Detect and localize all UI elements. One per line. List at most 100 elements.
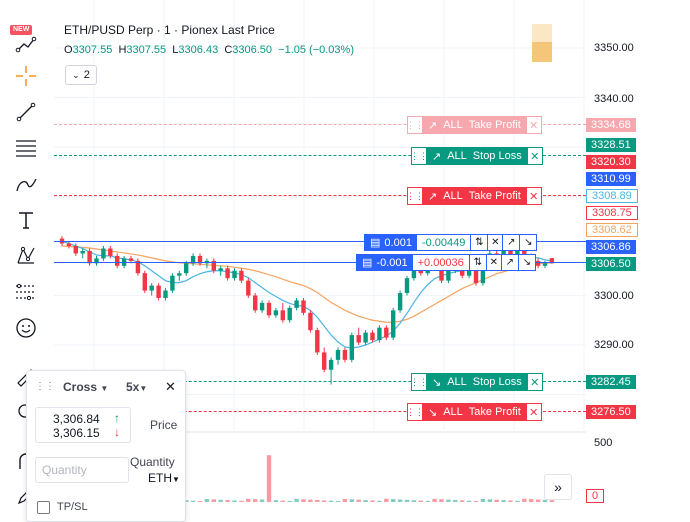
take-profit-label-upper[interactable]: ⋮⋮ ↗ ALL Take Profit ✕ (406, 116, 542, 134)
volume-bar (466, 500, 472, 502)
volume-bar (494, 499, 499, 502)
volume-bar (225, 500, 230, 502)
order-panel-header: ⋮⋮ Cross ▼ 5x▼ ✕ (27, 379, 185, 397)
volume-bar (425, 500, 430, 502)
trend-tool-icon[interactable] (12, 30, 40, 58)
candle-body (184, 263, 189, 274)
price-label: Price (150, 418, 178, 432)
volume-bar (273, 500, 279, 502)
close-icon[interactable]: ✕ (527, 374, 542, 390)
candle-body (391, 310, 396, 338)
volume-bar (501, 500, 506, 502)
drag-handle-icon[interactable]: ⋮⋮ (406, 404, 424, 420)
leverage-select[interactable]: 5x▼ (126, 380, 147, 394)
candle-body (80, 250, 85, 254)
volume-axis-tick: 500 (594, 437, 613, 449)
stop-loss-label-upper[interactable]: ⋮⋮ ↗ ALL Stop Loss ✕ (410, 147, 543, 165)
text-icon[interactable] (12, 206, 40, 234)
position-label-long[interactable]: ▤ 0.001 -0.00449 ⇅ ✕ ↗ ↘ (364, 234, 538, 251)
close-icon[interactable]: ✕ (527, 148, 542, 164)
drag-handle-icon[interactable]: ⋮⋮ (406, 117, 424, 133)
bar-placeholder (532, 42, 552, 62)
close-icon[interactable]: ✕ (526, 188, 541, 204)
emoji-icon[interactable] (12, 314, 40, 342)
candle-body (101, 248, 106, 259)
high-value: 3307.55 (126, 44, 167, 56)
candle-body (128, 258, 134, 261)
close-icon[interactable]: ✕ (526, 117, 541, 133)
candle-body (349, 335, 354, 360)
volume-bar (328, 500, 334, 502)
quantity-unit-select[interactable]: ETH▼ (148, 471, 180, 485)
price-tag-position: 3306.86 (586, 240, 636, 254)
volume-bar (287, 500, 292, 502)
price-tag-red: 3320.30 (586, 155, 636, 169)
indicators-collapse-button[interactable]: ⌄ 2 (65, 65, 97, 85)
price-box[interactable]: 3,306.84 3,306.15 ↑ ↓ (35, 407, 131, 443)
quantity-input[interactable]: Quantity (35, 457, 129, 483)
candle-body (266, 302, 272, 316)
volume-bar (335, 501, 341, 502)
volume-bar (363, 500, 368, 502)
ask-price: 3,306.84 (53, 412, 100, 426)
drag-handle-icon[interactable]: ⋮⋮ (410, 148, 428, 164)
reverse-icon[interactable]: ⇅ (470, 235, 488, 250)
candle-body (170, 275, 175, 291)
expand-panel-button[interactable]: » (544, 474, 572, 500)
margin-mode-select[interactable]: Cross ▼ (63, 380, 108, 394)
stop-loss-label-lower[interactable]: ⋮⋮ ↘ ALL Stop Loss ✕ (410, 373, 543, 391)
volume-bar (232, 500, 237, 502)
pattern-icon[interactable] (12, 242, 40, 270)
price-axis[interactable]: 3350.00 3340.00 3300.00 3290.00 500 3334… (586, 0, 690, 508)
stop-loss-icon[interactable]: ↘ (519, 235, 537, 250)
candle-body (246, 280, 251, 296)
crosshair-icon[interactable] (12, 62, 40, 90)
axis-tick: 3290.00 (594, 339, 634, 351)
volume-bar (397, 499, 403, 502)
position-icon: ▤ (362, 257, 373, 269)
fib-lines-icon[interactable] (12, 134, 40, 162)
volume-bar (204, 499, 210, 502)
candle-body (108, 248, 113, 256)
price-tag-sl-upper: 3328.51 (586, 138, 636, 152)
reverse-icon[interactable]: ⇅ (468, 255, 486, 270)
drag-handle-icon[interactable]: ⋮⋮ (406, 188, 424, 204)
volume-bar (418, 500, 423, 502)
candle-body (253, 295, 258, 311)
drag-handle-icon[interactable]: ⋮⋮ (35, 381, 55, 392)
close-icon[interactable]: ✕ (485, 255, 501, 270)
bid-price: 3,306.15 (53, 426, 100, 440)
quick-order-panel: ⋮⋮ Cross ▼ 5x▼ ✕ 3,306.84 3,306.15 ↑ ↓ P… (26, 370, 186, 522)
volume-bar (432, 498, 437, 502)
volume-bar (308, 499, 313, 502)
close-icon[interactable]: ✕ (165, 379, 176, 395)
axis-tick: 3350.00 (594, 42, 634, 54)
drag-handle-icon[interactable]: ⋮⋮ (410, 374, 428, 390)
trendline-icon[interactable] (12, 98, 40, 126)
volume-bar (549, 500, 555, 502)
measure-icon[interactable] (12, 278, 40, 306)
volume-bar (508, 500, 513, 502)
volume-bar (391, 499, 396, 502)
take-profit-icon[interactable]: ↗ (500, 255, 518, 270)
arrow-up-icon: ↑ (114, 411, 120, 425)
stop-loss-icon[interactable]: ↘ (517, 255, 535, 270)
close-icon[interactable]: ✕ (487, 235, 503, 250)
price-tag-tp-upper: 3334.68 (586, 118, 636, 132)
close-icon[interactable]: ✕ (526, 404, 541, 420)
volume-bar (246, 498, 251, 502)
take-profit-label-lower[interactable]: ⋮⋮ ↘ ALL Take Profit ✕ (406, 403, 542, 421)
open-value: 3307.55 (72, 44, 113, 56)
volume-bar (253, 499, 258, 502)
volume-bar (529, 499, 534, 502)
caret-down-icon: ▼ (100, 384, 109, 393)
take-profit-label-mid[interactable]: ⋮⋮ ↗ ALL Take Profit ✕ (406, 187, 542, 205)
stop-loss-icon: ↗ (432, 150, 442, 163)
take-profit-icon[interactable]: ↗ (502, 235, 520, 250)
candle-body (149, 285, 154, 291)
brush-icon[interactable] (12, 170, 40, 198)
volume-bar (259, 499, 265, 502)
volume-bar (266, 455, 272, 502)
position-label-short[interactable]: ▤ -0.001 +0.00036 ⇅ ✕ ↗ ↘ (356, 254, 536, 271)
candle-body (315, 330, 320, 353)
